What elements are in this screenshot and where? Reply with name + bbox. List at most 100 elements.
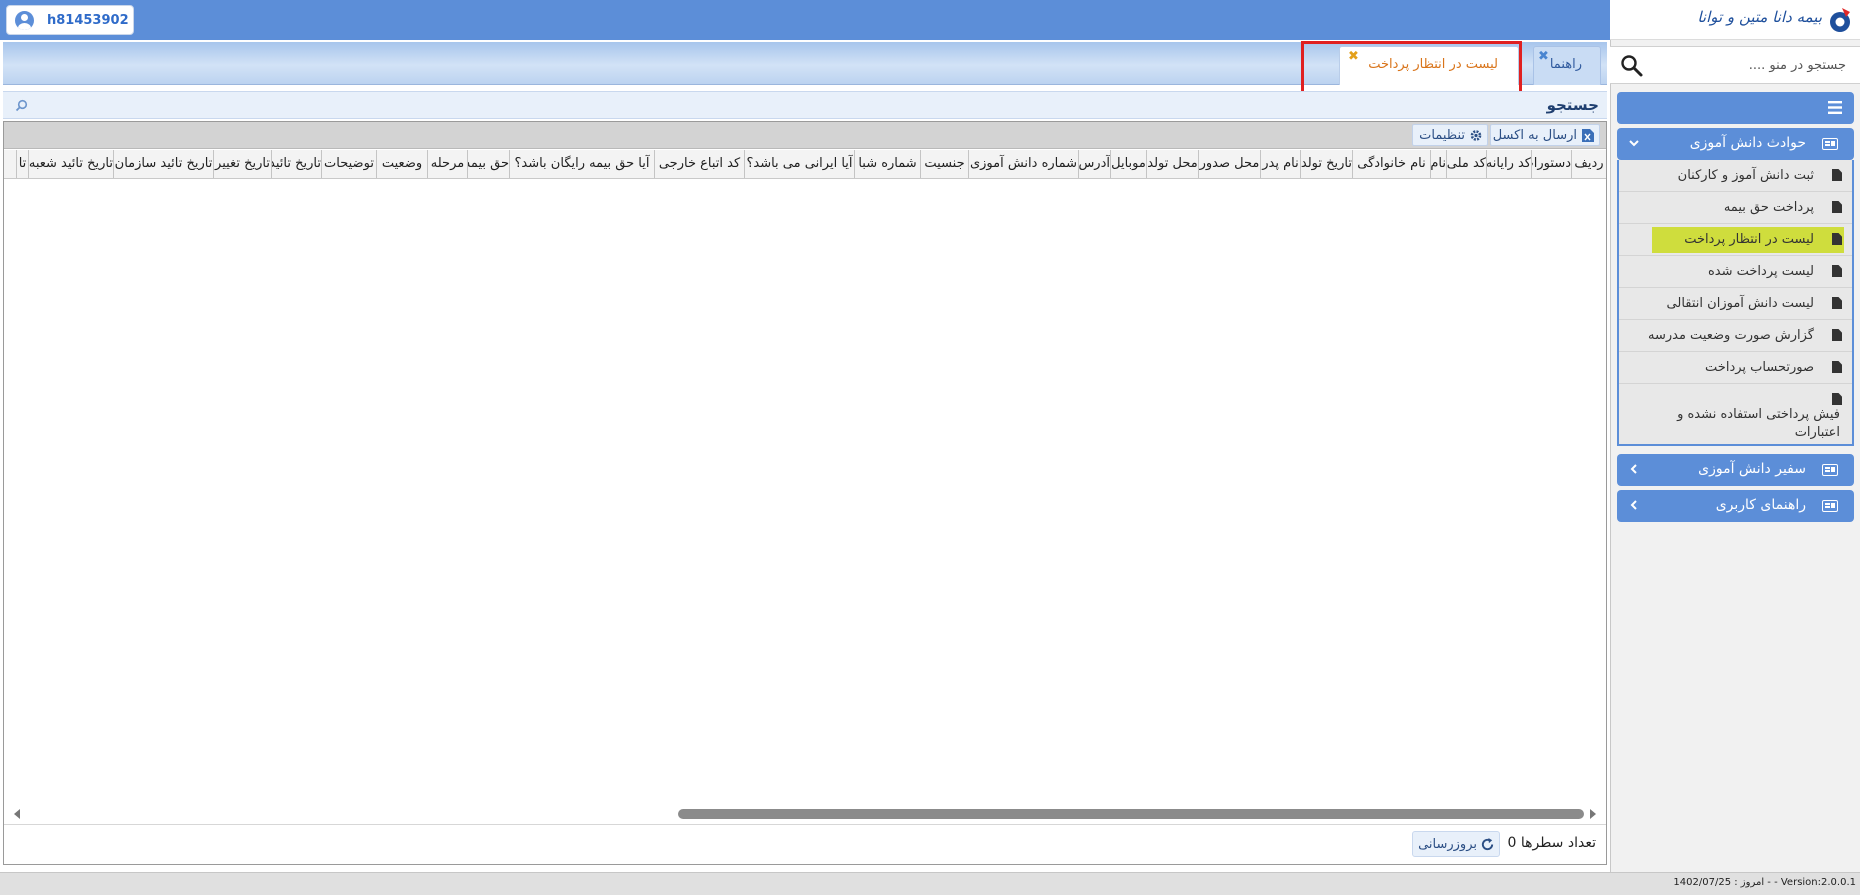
column-header[interactable]: شماره شبا (854, 150, 920, 178)
search-panel-header[interactable]: جستجو (3, 91, 1607, 119)
column-header[interactable]: نام (1430, 150, 1446, 178)
document-icon (1832, 265, 1842, 277)
grid-header-row: ردیفدستوراتکد رایانهکد ملینامنام خانوادگ… (4, 150, 1606, 179)
tab-bar: راهنما ✖ لیست در انتظار پرداخت ✖ (3, 42, 1607, 85)
search-panel-title: جستجو (1546, 96, 1599, 114)
excel-file-icon (1582, 129, 1594, 142)
column-header[interactable]: تاریخ تائید (271, 150, 321, 178)
close-icon[interactable]: ✖ (1538, 49, 1549, 64)
tab-guide[interactable]: راهنما ✖ (1533, 46, 1601, 85)
column-header[interactable]: آیا ایرانی می باشد؟ (744, 150, 854, 178)
grid-footer: تعداد سطرها 0 بروزرسانی (4, 824, 1606, 862)
column-header[interactable]: آیا حق بیمه رایگان باشد؟ (509, 150, 654, 178)
menu-group-user-guide[interactable]: راهنمای کاربری (1617, 490, 1854, 522)
hamburger-icon (1828, 101, 1842, 114)
tab-pending-payment[interactable]: لیست در انتظار پرداخت ✖ (1339, 46, 1519, 85)
menu-item-label: گزارش صورت وضعیت مدرسه (1648, 328, 1814, 343)
menu-search-input[interactable] (1666, 53, 1846, 77)
document-icon (1832, 297, 1842, 309)
column-header[interactable]: کد ملی (1446, 150, 1486, 178)
column-header[interactable]: تا (16, 150, 28, 178)
search-icon[interactable] (1620, 54, 1644, 78)
id-card-icon (1822, 138, 1838, 150)
horizontal-scrollbar[interactable] (4, 806, 1606, 822)
logo-bar: بیمه دانا متین و توانا (1610, 0, 1860, 40)
menu-item-paid-list[interactable]: لیست پرداخت شده (1619, 256, 1852, 288)
chevron-down-icon (1629, 140, 1639, 147)
menu-group-label: راهنمای کاربری (1715, 497, 1806, 513)
document-icon (1832, 201, 1842, 213)
menu-item-pay-premium[interactable]: پرداخت حق بیمه (1619, 192, 1852, 224)
chevron-left-icon (1630, 500, 1637, 510)
row-count: تعداد سطرها 0 (1507, 835, 1596, 851)
menu-toggle-button[interactable] (1617, 92, 1854, 124)
menu-search-bar (1610, 46, 1860, 84)
menu-group-items: ثبت دانش آموز و کارکنان پرداخت حق بیمه ل… (1617, 160, 1854, 446)
scroll-left-icon[interactable] (14, 809, 20, 819)
grid-toolbar: ارسال به اکسل تنظیمات (4, 122, 1606, 149)
column-header[interactable]: دستورات (1531, 150, 1571, 178)
tab-label: راهنما (1549, 57, 1582, 72)
column-header[interactable]: محل تولد (1146, 150, 1198, 178)
user-avatar-icon (15, 11, 34, 30)
column-header[interactable]: نام پدر (1260, 150, 1300, 178)
column-header[interactable]: موبایل (1110, 150, 1146, 178)
menu-group-student-ambassador[interactable]: سفیر دانش آموزی (1617, 454, 1854, 486)
logo-icon (1830, 8, 1850, 32)
user-menu-button[interactable]: h81453902 (6, 5, 134, 35)
scroll-right-icon[interactable] (1590, 809, 1596, 819)
menu-group-label: حوادث دانش آموزی (1689, 135, 1806, 151)
menu-group-student-accidents[interactable]: حوادث دانش آموزی (1617, 128, 1854, 160)
menu-group-label: سفیر دانش آموزی (1698, 461, 1806, 477)
grid-body (4, 180, 1606, 810)
column-header[interactable]: آدرس (1078, 150, 1110, 178)
column-header[interactable]: حق بیمه (467, 150, 509, 178)
column-header[interactable]: نام خانوادگی (1352, 150, 1430, 178)
logo-text: بیمه دانا متین و توانا (1697, 8, 1822, 26)
refresh-button[interactable]: بروزرسانی (1412, 831, 1500, 857)
menu-item-register-students[interactable]: ثبت دانش آموز و کارکنان (1619, 160, 1852, 192)
id-card-icon (1822, 500, 1838, 512)
status-text: 1402/07/25 : امروز - - Version:2.0.0.1 (1673, 877, 1856, 888)
refresh-icon (1481, 837, 1494, 851)
document-icon (1832, 169, 1842, 181)
column-header[interactable]: کد اتباع خارجی (654, 150, 744, 178)
column-header[interactable]: محل صدور (1198, 150, 1260, 178)
menu-item-label: پرداخت حق بیمه (1723, 200, 1814, 215)
column-header[interactable]: مرحله (427, 150, 467, 178)
export-excel-button[interactable]: ارسال به اکسل (1490, 124, 1600, 146)
menu-item-pending-payment[interactable]: لیست در انتظار پرداخت (1619, 224, 1852, 256)
menu-item-label: ثبت دانش آموز و کارکنان (1677, 168, 1814, 183)
column-header[interactable]: وضعیت (376, 150, 427, 178)
document-icon (1832, 329, 1842, 341)
export-excel-label: ارسال به اکسل (1492, 128, 1577, 143)
menu-item-school-status-report[interactable]: گزارش صورت وضعیت مدرسه (1619, 320, 1852, 352)
refresh-label: بروزرسانی (1418, 837, 1477, 852)
username: h81453902 (47, 13, 129, 28)
menu-item-label: لیست در انتظار پرداخت (1684, 232, 1814, 247)
close-icon[interactable]: ✖ (1348, 49, 1359, 64)
column-header[interactable]: تاریخ تائید شعبه (28, 150, 113, 178)
menu-item-label: لیست دانش آموزان انتقالی (1666, 296, 1814, 311)
column-header[interactable]: شماره دانش آموزی (968, 150, 1078, 178)
menu-item-transferred-students[interactable]: لیست دانش آموزان انتقالی (1619, 288, 1852, 320)
scrollbar-thumb[interactable] (678, 809, 1584, 819)
menu-item-unused-receipts[interactable]: فیش پرداختی استفاده نشده و اعتبارات (1619, 384, 1852, 442)
menu-item-label: صورتحساب پرداخت (1705, 360, 1814, 375)
settings-label: تنظیمات (1419, 128, 1465, 143)
tab-label: لیست در انتظار پرداخت (1368, 57, 1498, 72)
column-header[interactable]: توضیحات (321, 150, 376, 178)
column-header[interactable]: تاریخ تولد (1300, 150, 1352, 178)
column-header[interactable]: تاریخ تغییر (213, 150, 271, 178)
column-header[interactable]: ردیف (1571, 150, 1606, 178)
data-grid: ارسال به اکسل تنظیمات ردیفدستوراتکد رایا… (3, 121, 1607, 865)
document-icon (1832, 361, 1842, 373)
column-header[interactable]: کد رایانه (1486, 150, 1531, 178)
search-icon[interactable] (15, 99, 28, 112)
settings-button[interactable]: تنظیمات (1412, 124, 1488, 146)
column-header[interactable]: جنسیت (920, 150, 968, 178)
status-bar: 1402/07/25 : امروز - - Version:2.0.0.1 (0, 872, 1860, 895)
menu-item-label: فیش پرداختی استفاده نشده و اعتبارات (1677, 407, 1840, 440)
menu-item-payment-invoice[interactable]: صورتحساب پرداخت (1619, 352, 1852, 384)
column-header[interactable]: تاریخ تائید سازمان (113, 150, 213, 178)
